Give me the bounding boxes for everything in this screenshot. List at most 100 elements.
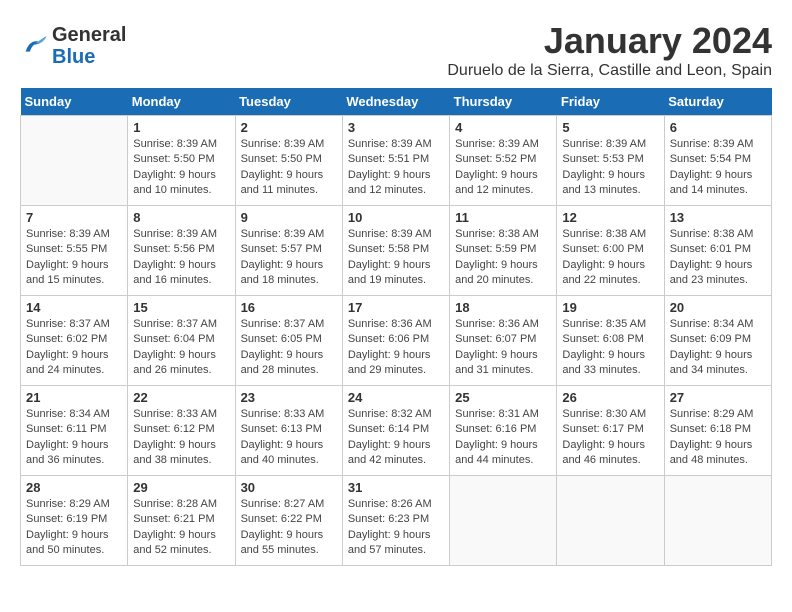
calendar-cell: 30 Sunrise: 8:27 AM Sunset: 6:22 PM Dayli… <box>235 476 342 566</box>
day-number: 16 <box>241 300 337 315</box>
weekday-header-saturday: Saturday <box>664 88 771 116</box>
day-info: Sunrise: 8:38 AM Sunset: 6:00 PM Dayligh… <box>562 227 658 289</box>
weekday-header-monday: Monday <box>128 88 235 116</box>
day-info: Sunrise: 8:37 AM Sunset: 6:02 PM Dayligh… <box>26 317 122 379</box>
day-number: 13 <box>670 210 766 225</box>
calendar-cell: 25Sunrise: 8:31 AM Sunset: 6:16 PM Dayli… <box>450 386 557 476</box>
calendar-table: SundayMondayTuesdayWednesdayThursdayFrid… <box>20 88 772 566</box>
day-number: 29 <box>133 480 229 495</box>
day-info: Sunrise: 8:39 AM Sunset: 5:52 PM Dayligh… <box>455 137 551 199</box>
calendar-cell: 4 Sunrise: 8:39 AM Sunset: 5:52 PM Daylig… <box>450 116 557 206</box>
calendar-cell: 29 Sunrise: 8:28 AM Sunset: 6:21 PM Dayli… <box>128 476 235 566</box>
day-number: 19 <box>562 300 658 315</box>
day-number: 4 <box>455 120 551 135</box>
week-row-5: 28Sunrise: 8:29 AM Sunset: 6:19 PM Dayli… <box>21 476 772 566</box>
day-number: 27 <box>670 390 766 405</box>
day-info: Sunrise: 8:33 AM Sunset: 6:12 PM Dayligh… <box>133 407 229 469</box>
day-number: 30 <box>241 480 337 495</box>
day-number: 24 <box>348 390 444 405</box>
page-header: General Blue January 2024 Duruelo de la … <box>20 20 772 80</box>
calendar-cell: 11 Sunrise: 8:38 AM Sunset: 5:59 PM Dayli… <box>450 206 557 296</box>
day-number: 10 <box>348 210 444 225</box>
day-number: 8 <box>133 210 229 225</box>
day-number: 5 <box>562 120 658 135</box>
day-number: 12 <box>562 210 658 225</box>
calendar-cell: 16 Sunrise: 8:37 AM Sunset: 6:05 PM Dayli… <box>235 296 342 386</box>
week-row-3: 14 Sunrise: 8:37 AM Sunset: 6:02 PM Dayli… <box>21 296 772 386</box>
week-row-1: 1Sunrise: 8:39 AM Sunset: 5:50 PM Daylig… <box>21 116 772 206</box>
calendar-cell: 27 Sunrise: 8:29 AM Sunset: 6:18 PM Dayli… <box>664 386 771 476</box>
calendar-cell: 6 Sunrise: 8:39 AM Sunset: 5:54 PM Daylig… <box>664 116 771 206</box>
title-block: January 2024 Duruelo de la Sierra, Casti… <box>447 20 772 80</box>
calendar-cell: 12 Sunrise: 8:38 AM Sunset: 6:00 PM Dayli… <box>557 206 664 296</box>
logo: General Blue <box>20 24 126 68</box>
weekday-header-wednesday: Wednesday <box>342 88 449 116</box>
calendar-cell <box>557 476 664 566</box>
day-info: Sunrise: 8:28 AM Sunset: 6:21 PM Dayligh… <box>133 497 229 559</box>
day-number: 17 <box>348 300 444 315</box>
day-info: Sunrise: 8:39 AM Sunset: 5:54 PM Dayligh… <box>670 137 766 199</box>
calendar-cell: 7Sunrise: 8:39 AM Sunset: 5:55 PM Daylig… <box>21 206 128 296</box>
day-info: Sunrise: 8:26 AM Sunset: 6:23 PM Dayligh… <box>348 497 444 559</box>
day-number: 7 <box>26 210 122 225</box>
calendar-cell: 22 Sunrise: 8:33 AM Sunset: 6:12 PM Dayli… <box>128 386 235 476</box>
day-info: Sunrise: 8:34 AM Sunset: 6:11 PM Dayligh… <box>26 407 122 469</box>
day-info: Sunrise: 8:33 AM Sunset: 6:13 PM Dayligh… <box>241 407 337 469</box>
day-info: Sunrise: 8:39 AM Sunset: 5:51 PM Dayligh… <box>348 137 444 199</box>
day-number: 1 <box>133 120 229 135</box>
day-info: Sunrise: 8:38 AM Sunset: 5:59 PM Dayligh… <box>455 227 551 289</box>
calendar-cell: 9 Sunrise: 8:39 AM Sunset: 5:57 PM Daylig… <box>235 206 342 296</box>
day-info: Sunrise: 8:30 AM Sunset: 6:17 PM Dayligh… <box>562 407 658 469</box>
day-info: Sunrise: 8:39 AM Sunset: 5:53 PM Dayligh… <box>562 137 658 199</box>
day-number: 31 <box>348 480 444 495</box>
calendar-cell: 17 Sunrise: 8:36 AM Sunset: 6:06 PM Dayli… <box>342 296 449 386</box>
day-info: Sunrise: 8:37 AM Sunset: 6:04 PM Dayligh… <box>133 317 229 379</box>
day-info: Sunrise: 8:29 AM Sunset: 6:18 PM Dayligh… <box>670 407 766 469</box>
calendar-cell: 8 Sunrise: 8:39 AM Sunset: 5:56 PM Daylig… <box>128 206 235 296</box>
calendar-cell: 24Sunrise: 8:32 AM Sunset: 6:14 PM Dayli… <box>342 386 449 476</box>
weekday-header-sunday: Sunday <box>21 88 128 116</box>
weekday-header-row: SundayMondayTuesdayWednesdayThursdayFrid… <box>21 88 772 116</box>
day-number: 18 <box>455 300 551 315</box>
logo-text: General Blue <box>52 24 126 68</box>
calendar-cell: 21 Sunrise: 8:34 AM Sunset: 6:11 PM Dayli… <box>21 386 128 476</box>
day-number: 25 <box>455 390 551 405</box>
day-number: 2 <box>241 120 337 135</box>
day-number: 6 <box>670 120 766 135</box>
calendar-cell: 3 Sunrise: 8:39 AM Sunset: 5:51 PM Daylig… <box>342 116 449 206</box>
calendar-cell <box>664 476 771 566</box>
day-info: Sunrise: 8:39 AM Sunset: 5:56 PM Dayligh… <box>133 227 229 289</box>
logo-icon <box>20 32 48 60</box>
calendar-cell: 28Sunrise: 8:29 AM Sunset: 6:19 PM Dayli… <box>21 476 128 566</box>
day-number: 14 <box>26 300 122 315</box>
calendar-cell: 20 Sunrise: 8:34 AM Sunset: 6:09 PM Dayli… <box>664 296 771 386</box>
day-info: Sunrise: 8:34 AM Sunset: 6:09 PM Dayligh… <box>670 317 766 379</box>
day-info: Sunrise: 8:36 AM Sunset: 6:06 PM Dayligh… <box>348 317 444 379</box>
day-number: 15 <box>133 300 229 315</box>
day-number: 20 <box>670 300 766 315</box>
day-number: 22 <box>133 390 229 405</box>
day-info: Sunrise: 8:35 AM Sunset: 6:08 PM Dayligh… <box>562 317 658 379</box>
calendar-cell: 19 Sunrise: 8:35 AM Sunset: 6:08 PM Dayli… <box>557 296 664 386</box>
calendar-cell: 31 Sunrise: 8:26 AM Sunset: 6:23 PM Dayli… <box>342 476 449 566</box>
month-title: January 2024 <box>447 20 772 62</box>
weekday-header-friday: Friday <box>557 88 664 116</box>
calendar-cell: 15 Sunrise: 8:37 AM Sunset: 6:04 PM Dayli… <box>128 296 235 386</box>
week-row-2: 7Sunrise: 8:39 AM Sunset: 5:55 PM Daylig… <box>21 206 772 296</box>
day-info: Sunrise: 8:39 AM Sunset: 5:58 PM Dayligh… <box>348 227 444 289</box>
day-number: 9 <box>241 210 337 225</box>
weekday-header-tuesday: Tuesday <box>235 88 342 116</box>
day-number: 23 <box>241 390 337 405</box>
calendar-cell: 10 Sunrise: 8:39 AM Sunset: 5:58 PM Dayli… <box>342 206 449 296</box>
day-info: Sunrise: 8:27 AM Sunset: 6:22 PM Dayligh… <box>241 497 337 559</box>
day-number: 11 <box>455 210 551 225</box>
day-info: Sunrise: 8:39 AM Sunset: 5:57 PM Dayligh… <box>241 227 337 289</box>
day-info: Sunrise: 8:37 AM Sunset: 6:05 PM Dayligh… <box>241 317 337 379</box>
day-info: Sunrise: 8:38 AM Sunset: 6:01 PM Dayligh… <box>670 227 766 289</box>
day-number: 3 <box>348 120 444 135</box>
calendar-cell: 26 Sunrise: 8:30 AM Sunset: 6:17 PM Dayli… <box>557 386 664 476</box>
calendar-cell: 13 Sunrise: 8:38 AM Sunset: 6:01 PM Dayli… <box>664 206 771 296</box>
day-number: 21 <box>26 390 122 405</box>
day-info: Sunrise: 8:36 AM Sunset: 6:07 PM Dayligh… <box>455 317 551 379</box>
day-number: 26 <box>562 390 658 405</box>
